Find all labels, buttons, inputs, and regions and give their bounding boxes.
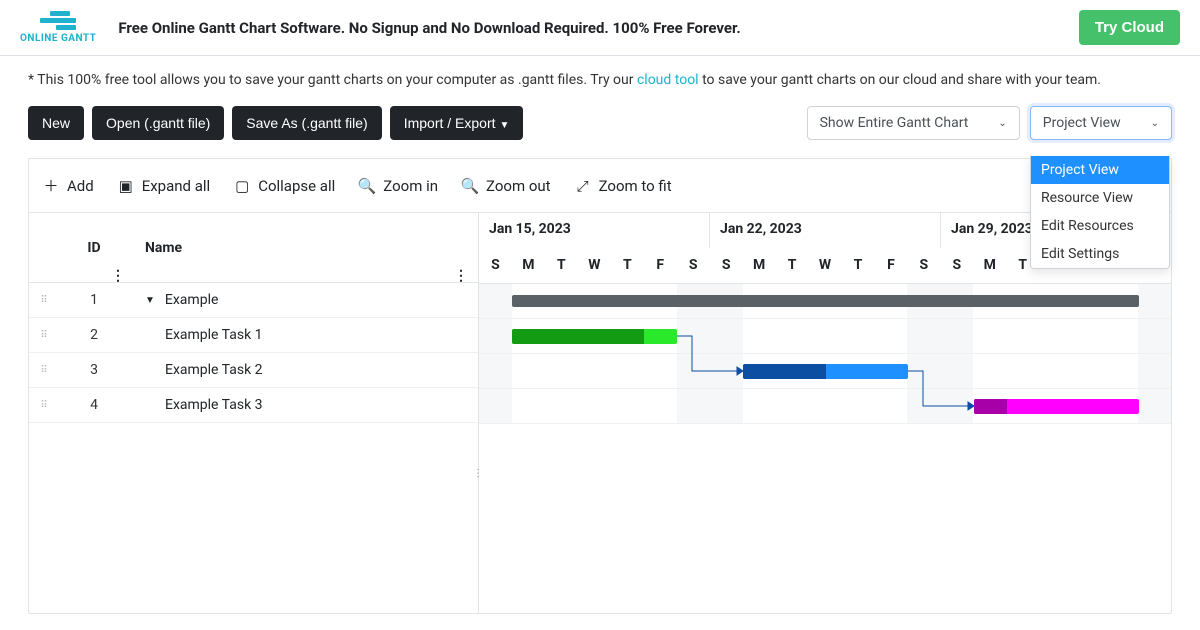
timeline-day: S	[940, 248, 973, 283]
timeline-week: Jan 22, 2023	[710, 213, 941, 248]
caret-down-icon[interactable]: ▼	[145, 295, 155, 306]
timeline-day: M	[743, 248, 776, 283]
timeline-day: S	[907, 248, 940, 283]
col-name-header[interactable]: Name	[145, 240, 182, 256]
table-row[interactable]: ⠿ 4 Example Task 3	[29, 388, 478, 423]
timeline-day: T	[776, 248, 809, 283]
timeline-day: M	[973, 248, 1006, 283]
row-id: 2	[59, 327, 129, 343]
view-dropdown: Project ViewResource ViewEdit ResourcesE…	[1030, 156, 1170, 269]
caret-down-icon: ▼	[500, 120, 510, 131]
row-name[interactable]: Example Task 3	[129, 397, 478, 413]
kebab-icon[interactable]: ⋮	[111, 268, 125, 284]
view-option[interactable]: Edit Settings	[1031, 240, 1169, 268]
collapse-all-button[interactable]: ▢Collapse all	[234, 177, 335, 195]
timeline-day: F	[874, 248, 907, 283]
drag-handle-icon[interactable]: ⠿	[29, 400, 59, 411]
new-button[interactable]: New	[28, 106, 84, 140]
task-bar[interactable]	[974, 399, 1139, 414]
note-prefix: * This 100% free tool allows you to save…	[28, 72, 637, 88]
timeline-day: S	[479, 248, 512, 283]
chevron-down-icon: ⌄	[998, 118, 1006, 129]
kebab-icon[interactable]: ⋮	[454, 268, 468, 284]
row-id: 4	[59, 397, 129, 413]
logo[interactable]: ONLINE GANTT	[20, 11, 96, 44]
row-name[interactable]: ▼ Example	[129, 292, 478, 308]
drag-handle-icon[interactable]: ⠿	[29, 330, 59, 341]
drag-handle-icon[interactable]: ⠿	[29, 365, 59, 376]
summary-bar[interactable]	[512, 295, 1139, 307]
chart-row	[479, 284, 1171, 319]
timeline-day: M	[512, 248, 545, 283]
view-option[interactable]: Project View	[1031, 156, 1169, 184]
tagline: Free Online Gantt Chart Software. No Sig…	[118, 19, 740, 37]
zoom-out-icon: 🔍	[462, 178, 478, 194]
timeline-day: W	[809, 248, 842, 283]
timeline-day: S	[710, 248, 743, 283]
timeline-day: T	[545, 248, 578, 283]
try-cloud-button[interactable]: Try Cloud	[1079, 10, 1180, 45]
show-entire-select[interactable]: Show Entire Gantt Chart ⌄	[807, 106, 1020, 140]
zoom-fit-button[interactable]: ⤢Zoom to fit	[575, 177, 672, 195]
table-row[interactable]: ⠿ 1 ▼ Example	[29, 283, 478, 318]
view-option[interactable]: Resource View	[1031, 184, 1169, 212]
logo-bars-icon	[40, 11, 76, 31]
plus-icon: ＋	[43, 178, 59, 194]
view-option[interactable]: Edit Resources	[1031, 212, 1169, 240]
timeline-day: T	[841, 248, 874, 283]
open-button[interactable]: Open (.gantt file)	[92, 106, 224, 140]
expand-icon: ▣	[118, 178, 134, 194]
drag-handle-icon[interactable]: ⠿	[29, 295, 59, 306]
row-name[interactable]: Example Task 1	[129, 327, 478, 343]
zoom-in-button[interactable]: 🔍Zoom in	[359, 177, 438, 195]
row-id: 3	[59, 362, 129, 378]
timeline-day: S	[677, 248, 710, 283]
table-row[interactable]: ⠿ 3 Example Task 2	[29, 353, 478, 388]
zoom-in-icon: 🔍	[359, 178, 375, 194]
logo-text: ONLINE GANTT	[20, 33, 96, 44]
add-button[interactable]: ＋Add	[43, 177, 94, 195]
collapse-icon: ▢	[234, 178, 250, 194]
timeline-day: W	[578, 248, 611, 283]
view-select[interactable]: Project View ⌄	[1030, 106, 1172, 140]
chart-row	[479, 319, 1171, 354]
timeline-week: Jan 15, 2023	[479, 213, 710, 248]
cloud-tool-link[interactable]: cloud tool	[637, 72, 699, 88]
row-name[interactable]: Example Task 2	[129, 362, 478, 378]
save-as-button[interactable]: Save As (.gantt file)	[232, 106, 381, 140]
task-bar[interactable]	[743, 364, 908, 379]
row-id: 1	[59, 292, 129, 308]
import-export-button[interactable]: Import / Export▼	[390, 106, 524, 140]
table-row[interactable]: ⠿ 2 Example Task 1	[29, 318, 478, 353]
zoom-out-button[interactable]: 🔍Zoom out	[462, 177, 551, 195]
timeline-day: F	[644, 248, 677, 283]
col-id-header[interactable]: ID	[87, 240, 100, 256]
chart-row	[479, 389, 1171, 424]
zoom-fit-icon: ⤢	[575, 178, 591, 194]
expand-all-button[interactable]: ▣Expand all	[118, 177, 210, 195]
chart-row	[479, 354, 1171, 389]
timeline-day: T	[611, 248, 644, 283]
task-bar[interactable]	[512, 329, 677, 344]
chevron-down-icon: ⌄	[1151, 118, 1159, 129]
info-note: * This 100% free tool allows you to save…	[0, 56, 1200, 106]
note-suffix: to save your gantt charts on our cloud a…	[699, 72, 1101, 88]
